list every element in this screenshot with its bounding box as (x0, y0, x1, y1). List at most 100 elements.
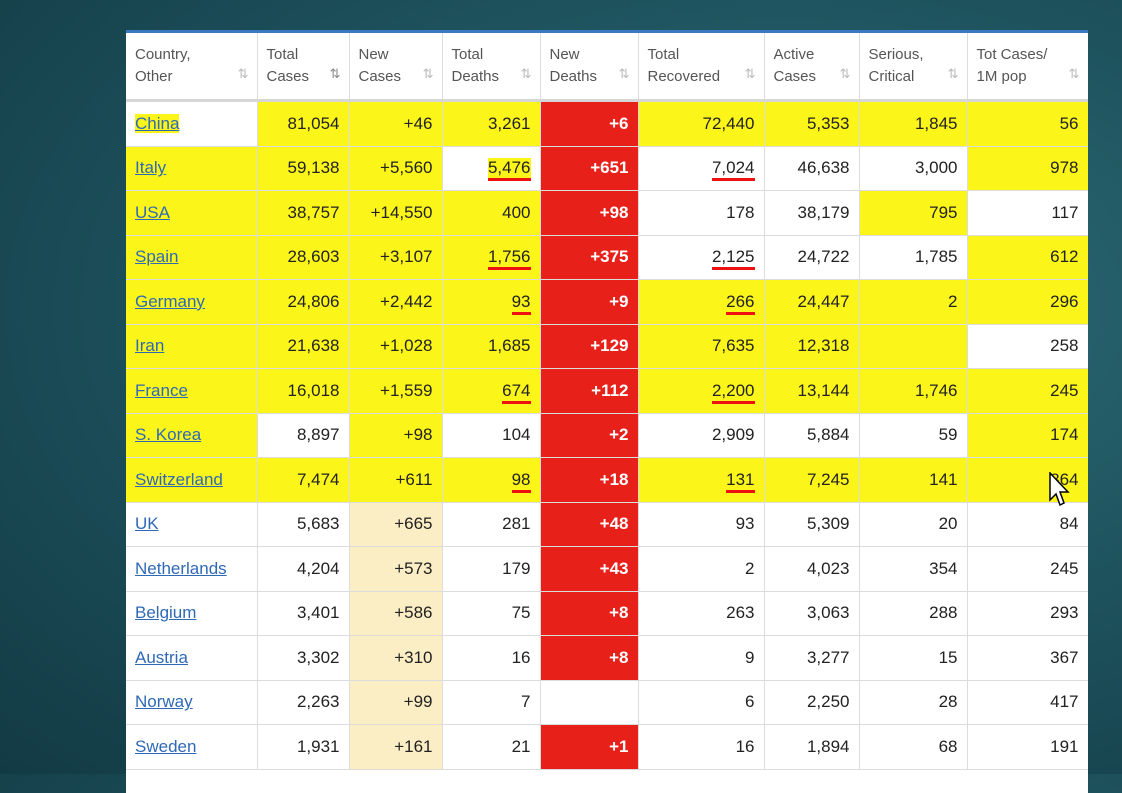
total-recovered-cell: 9 (638, 635, 765, 681)
country-link[interactable]: China (135, 113, 180, 133)
table-row: Italy 59,138 +5,560 5,476 +651 7,024 46,… (126, 146, 1088, 191)
new-cases-cell: +46 (349, 100, 443, 147)
col-header-total-cases[interactable]: Total Cases ⇅ (257, 33, 350, 102)
country-cell: Spain (126, 235, 258, 280)
col-header-total-deaths[interactable]: Total Deaths ⇅ (442, 33, 541, 102)
total-deaths-cell: 281 (442, 502, 541, 547)
active-cases-cell: 5,309 (764, 502, 860, 547)
col-header-country[interactable]: Country, Other ⇅ (126, 33, 258, 102)
new-cases-cell: +573 (349, 546, 443, 592)
active-cases-cell: 46,638 (764, 146, 860, 191)
sort-arrows-icon[interactable]: ⇅ (521, 63, 532, 85)
new-deaths-cell: +48 (540, 502, 639, 547)
header-row: Country, Other ⇅ Total Cases ⇅ New Cases ⇅ Tot… (126, 33, 1088, 102)
table-row: China 81,054 +46 3,261 +6 72,440 5,353 1… (126, 100, 1088, 147)
country-link[interactable]: Austria (135, 648, 188, 667)
country-cell: China (126, 100, 258, 147)
col-header-tot-cases-per-1m[interactable]: Tot Cases/1M pop ⇅ (967, 33, 1088, 102)
serious-critical-cell: 141 (859, 457, 968, 503)
serious-critical-cell: 2 (859, 279, 968, 325)
country-link[interactable]: Netherlands (135, 559, 227, 578)
tot-cases-per-1m-cell: 293 (967, 591, 1088, 636)
tot-cases-per-1m-cell: 612 (967, 235, 1088, 280)
sort-arrows-icon[interactable]: ⇅ (1069, 63, 1080, 85)
country-link[interactable]: Sweden (135, 737, 196, 756)
country-link[interactable]: Iran (135, 336, 164, 355)
serious-critical-cell: 354 (859, 546, 968, 592)
country-cell: Switzerland (126, 457, 258, 503)
active-cases-cell: 24,447 (764, 279, 860, 325)
sort-arrows-icon[interactable]: ⇅ (330, 63, 341, 85)
underlined-value: 2,200 (711, 380, 755, 404)
underlined-value: 98 (511, 469, 531, 493)
country-link[interactable]: S. Korea (135, 425, 201, 444)
country-link[interactable]: Germany (135, 292, 205, 311)
serious-critical-cell: 1,845 (859, 100, 968, 147)
country-link[interactable]: Belgium (135, 603, 196, 622)
country-link[interactable]: Italy (135, 158, 166, 177)
new-cases-cell: +3,107 (349, 235, 443, 280)
col-header-serious-critical[interactable]: Serious, Critical ⇅ (859, 33, 968, 102)
country-link[interactable]: UK (135, 514, 159, 533)
total-deaths-cell: 3,261 (442, 100, 541, 147)
tot-cases-per-1m-cell: 56 (967, 100, 1088, 147)
sort-arrows-icon[interactable]: ⇅ (745, 63, 756, 85)
sort-arrows-icon[interactable]: ⇅ (423, 63, 434, 85)
col-header-active-cases[interactable]: Active Cases ⇅ (764, 33, 860, 102)
total-recovered-cell: 2,909 (638, 413, 765, 458)
sort-arrows-icon[interactable]: ⇅ (238, 63, 249, 85)
table-row: S. Korea 8,897 +98 104 +2 2,909 5,884 59… (126, 413, 1088, 458)
total-deaths-cell: 7 (442, 680, 541, 725)
country-link[interactable]: Switzerland (135, 470, 223, 489)
total-cases-cell: 16,018 (257, 368, 350, 414)
tot-cases-per-1m-cell: 84 (967, 502, 1088, 547)
new-cases-cell: +2,442 (349, 279, 443, 325)
total-recovered-cell: 266 (638, 279, 765, 325)
new-deaths-cell: +43 (540, 546, 639, 592)
total-recovered-cell: 72,440 (638, 100, 765, 147)
new-deaths-cell: +8 (540, 591, 639, 636)
underlined-value: 5,476 (487, 158, 531, 182)
serious-critical-cell: 59 (859, 413, 968, 458)
total-deaths-cell: 98 (442, 457, 541, 503)
country-cell: UK (126, 502, 258, 547)
active-cases-cell: 4,023 (764, 546, 860, 592)
new-cases-cell: +310 (349, 635, 443, 681)
country-link[interactable]: France (135, 381, 188, 400)
total-deaths-cell: 1,756 (442, 235, 541, 280)
sort-arrows-icon[interactable]: ⇅ (948, 63, 959, 85)
total-cases-cell: 1,931 (257, 724, 350, 770)
sort-arrows-icon[interactable]: ⇅ (619, 63, 630, 85)
total-deaths-cell: 5,476 (442, 146, 541, 191)
underlined-value: 93 (511, 291, 531, 315)
total-recovered-cell: 93 (638, 502, 765, 547)
tot-cases-per-1m-cell: 245 (967, 546, 1088, 592)
total-recovered-cell: 7,635 (638, 324, 765, 369)
sort-arrows-icon[interactable]: ⇅ (840, 63, 851, 85)
country-cell: Iran (126, 324, 258, 369)
underlined-value: 1,756 (487, 247, 531, 271)
tot-cases-per-1m-cell: 174 (967, 413, 1088, 458)
country-link[interactable]: Spain (135, 247, 178, 266)
col-header-total-recovered[interactable]: Total Recovered ⇅ (638, 33, 765, 102)
country-link[interactable]: Norway (135, 692, 193, 711)
serious-critical-cell: 1,746 (859, 368, 968, 414)
serious-critical-cell (859, 324, 968, 369)
table-row: Belgium 3,401 +586 75 +8 263 3,063 288 2… (126, 591, 1088, 636)
total-cases-cell: 8,897 (257, 413, 350, 458)
total-cases-cell: 28,603 (257, 235, 350, 280)
total-cases-cell: 59,138 (257, 146, 350, 191)
serious-critical-cell: 28 (859, 680, 968, 725)
total-cases-cell: 3,401 (257, 591, 350, 636)
serious-critical-cell: 15 (859, 635, 968, 681)
table-row: UK 5,683 +665 281 +48 93 5,309 20 84 (126, 502, 1088, 547)
col-header-new-cases[interactable]: New Cases ⇅ (349, 33, 443, 102)
country-link[interactable]: USA (135, 203, 170, 222)
tot-cases-per-1m-cell: 191 (967, 724, 1088, 770)
table-row: Switzerland 7,474 +611 98 +18 131 7,245 … (126, 457, 1088, 503)
total-cases-cell: 81,054 (257, 100, 350, 147)
total-recovered-cell: 6 (638, 680, 765, 725)
col-header-new-deaths[interactable]: New Deaths ⇅ (540, 33, 639, 102)
table-row: Austria 3,302 +310 16 +8 9 3,277 15 367 (126, 635, 1088, 681)
tot-cases-per-1m-cell: 978 (967, 146, 1088, 191)
